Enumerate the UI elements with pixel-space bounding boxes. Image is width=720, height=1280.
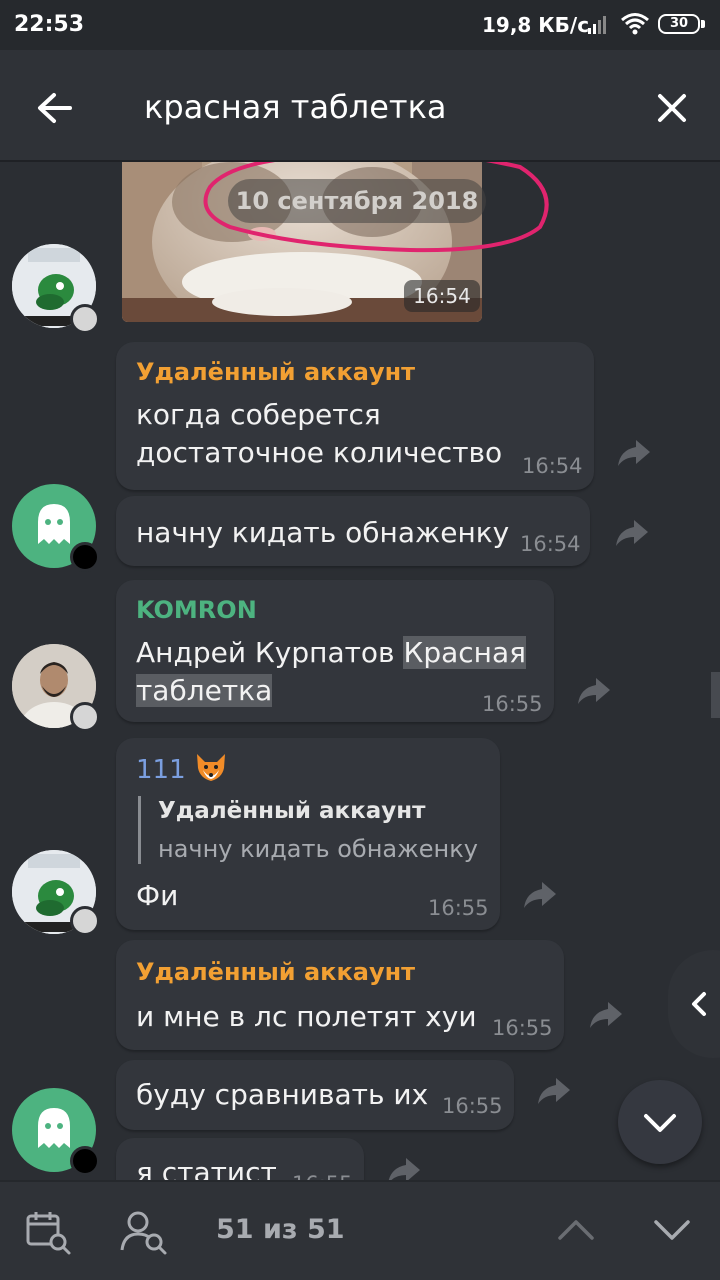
message-sender[interactable]: 111 xyxy=(136,752,228,785)
message-sender-name: 111 xyxy=(136,755,186,785)
fox-emoji-icon xyxy=(196,754,225,781)
forward-icon[interactable] xyxy=(616,438,652,468)
chevron-down-icon xyxy=(644,1114,676,1132)
message-text: когда соберется xyxy=(136,398,381,431)
signal-icon xyxy=(588,16,606,34)
status-dot xyxy=(70,304,100,334)
status-dot xyxy=(70,1146,100,1176)
network-speed: 19,8 КБ/с xyxy=(482,13,590,37)
forward-icon[interactable] xyxy=(588,1000,624,1030)
chevron-up-icon[interactable] xyxy=(556,1210,596,1250)
message-time: 16:55 xyxy=(492,1016,553,1040)
message-time: 16:55 xyxy=(482,692,543,716)
message-time: 16:54 xyxy=(522,454,583,478)
message-text: Андрей Курпатов Красная xyxy=(136,634,526,672)
scrollbar[interactable] xyxy=(711,672,720,718)
status-bar xyxy=(0,0,720,50)
forward-icon[interactable] xyxy=(386,1156,422,1180)
status-time: 22:53 xyxy=(14,12,85,37)
reply-text: начну кидать обнаженку xyxy=(158,835,478,863)
reply-sender[interactable]: Удалённый аккаунт xyxy=(158,798,425,824)
message-text: буду сравнивать их xyxy=(136,1078,429,1111)
message-time: 16:55 xyxy=(428,896,489,920)
wifi-icon xyxy=(621,13,649,35)
chevron-down-icon[interactable] xyxy=(652,1210,692,1250)
forward-icon[interactable] xyxy=(576,676,612,706)
message-sender[interactable]: Удалённый аккаунт xyxy=(136,958,415,986)
message-text: я статист xyxy=(136,1156,277,1180)
battery-level: 30 xyxy=(658,14,700,34)
status-dot xyxy=(70,542,100,572)
reply-quote-bar xyxy=(138,796,141,864)
message-text: и мне в лс полетят хуи xyxy=(136,1000,477,1033)
message-sender[interactable]: KOMRON xyxy=(136,596,257,624)
forward-icon[interactable] xyxy=(614,518,650,548)
message-text: Фи xyxy=(136,879,179,912)
user-search-icon[interactable] xyxy=(118,1208,170,1256)
search-navigation-bar xyxy=(0,1180,720,1280)
message-text: начну кидать обнаженку xyxy=(136,516,510,549)
date-badge: 10 сентября 2018 xyxy=(228,179,486,223)
message-time: 16:55 xyxy=(292,1172,353,1180)
search-input[interactable]: красная таблетка xyxy=(144,88,447,126)
forward-icon[interactable] xyxy=(536,1076,572,1106)
chat-area[interactable]: 10 сентября 2018 16:54 Удалённый аккаунт… xyxy=(0,162,720,1180)
scroll-down-button[interactable] xyxy=(618,1080,702,1164)
search-highlight: Красная xyxy=(403,636,526,669)
search-highlight: таблетка xyxy=(136,674,273,707)
message-time: 16:55 xyxy=(442,1094,503,1118)
message-sender[interactable]: Удалённый аккаунт xyxy=(136,358,415,386)
forward-icon[interactable] xyxy=(522,880,558,910)
photo-timestamp: 16:54 xyxy=(404,280,480,312)
status-dot xyxy=(70,702,100,732)
chevron-left-icon xyxy=(692,992,706,1016)
back-arrow-icon[interactable] xyxy=(30,86,80,130)
message-text: достаточное количество xyxy=(136,436,503,469)
battery-icon: 30 xyxy=(658,14,706,36)
message-text-plain: Андрей Курпатов xyxy=(136,636,404,669)
message-time: 16:54 xyxy=(520,532,581,556)
side-panel-tab[interactable] xyxy=(668,950,720,1058)
calendar-search-icon[interactable] xyxy=(24,1208,72,1256)
message-text: таблетка xyxy=(136,672,273,710)
search-result-counter: 51 из 51 xyxy=(216,1214,345,1245)
status-dot xyxy=(70,906,100,936)
close-icon[interactable] xyxy=(648,84,696,132)
